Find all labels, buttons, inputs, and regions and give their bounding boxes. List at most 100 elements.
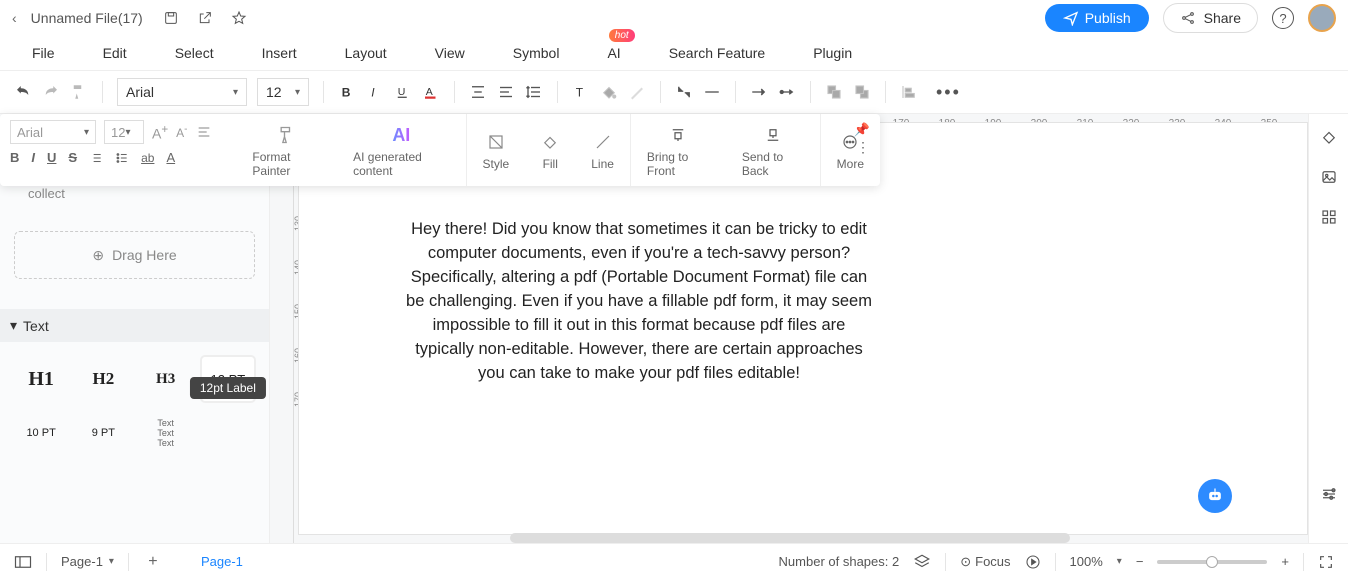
ctx-size-select[interactable]: 12▾ xyxy=(104,120,144,144)
more-tools-icon[interactable]: ••• xyxy=(936,82,961,103)
shape-count: Number of shapes: 2 xyxy=(779,554,900,569)
fullscreen-icon[interactable] xyxy=(1318,554,1334,570)
send-backward-icon[interactable] xyxy=(853,83,871,101)
help-icon[interactable]: ? xyxy=(1272,7,1294,29)
menu-plugin[interactable]: Plugin xyxy=(813,45,852,61)
drag-target[interactable]: ⊕ Drag Here xyxy=(14,231,255,279)
redo-icon[interactable] xyxy=(42,83,60,101)
ctx-strike-icon[interactable]: S xyxy=(68,150,77,165)
document-text[interactable]: Hey there! Did you know that sometimes i… xyxy=(405,217,873,385)
play-icon[interactable] xyxy=(1025,554,1041,570)
zoom-out-icon[interactable]: − xyxy=(1136,554,1144,569)
ctx-send-back[interactable]: Send to Back xyxy=(726,114,820,186)
horizontal-scrollbar[interactable] xyxy=(510,533,1070,543)
menu-file[interactable]: File xyxy=(32,45,55,61)
settings-list-icon[interactable] xyxy=(1320,485,1338,503)
publish-button[interactable]: Publish xyxy=(1045,4,1149,32)
preset-12pt[interactable]: 12 PT 12pt Label xyxy=(201,356,255,402)
zoom-in-icon[interactable]: + xyxy=(1281,554,1289,569)
ctx-underline-icon[interactable]: U xyxy=(47,150,56,165)
back-chevron-icon[interactable]: ‹ xyxy=(12,10,17,26)
add-page-button[interactable]: + xyxy=(143,552,163,572)
line-spacing-icon[interactable] xyxy=(525,83,543,101)
context-overflow-icon[interactable]: ⋮ xyxy=(856,144,870,150)
save-icon[interactable] xyxy=(163,10,179,26)
format-painter-icon[interactable] xyxy=(70,83,88,101)
user-avatar[interactable] xyxy=(1308,4,1336,32)
menu-select[interactable]: Select xyxy=(175,45,214,61)
menu-search-feature[interactable]: Search Feature xyxy=(669,45,766,61)
text-color-icon[interactable]: A xyxy=(422,83,440,101)
increase-font-icon[interactable]: A+ xyxy=(152,123,168,142)
align-horizontal-icon[interactable] xyxy=(497,83,515,101)
ctx-line[interactable]: Line xyxy=(575,114,630,186)
ctx-linespacing-icon[interactable] xyxy=(89,151,103,165)
menu-symbol[interactable]: Symbol xyxy=(513,45,560,61)
zoom-slider[interactable] xyxy=(1157,560,1267,564)
page-tab[interactable]: Page-1 xyxy=(201,554,243,569)
grid-icon[interactable] xyxy=(1320,208,1338,226)
align-vertical-icon[interactable] xyxy=(469,83,487,101)
page-selector[interactable]: Page-1▾ xyxy=(61,554,114,569)
menu-layout[interactable]: Layout xyxy=(345,45,387,61)
font-family-select[interactable]: Arial▾ xyxy=(117,78,247,106)
connector-icon[interactable] xyxy=(675,83,693,101)
pin-icon[interactable]: 📌 xyxy=(854,122,870,138)
underline-icon[interactable]: U xyxy=(394,83,412,101)
preset-10pt[interactable]: 10 PT xyxy=(14,410,68,456)
text-tool-icon[interactable]: T xyxy=(572,83,590,101)
preset-9pt[interactable]: 9 PT xyxy=(76,410,130,456)
ctx-align-icon[interactable] xyxy=(196,124,212,140)
ctx-fill[interactable]: Fill xyxy=(525,114,575,186)
preset-text-lines[interactable]: Text Text Text xyxy=(139,410,193,456)
ctx-case-icon[interactable]: ab xyxy=(141,151,154,165)
page-view-icon[interactable] xyxy=(14,555,32,569)
text-section-header[interactable]: ▾ Text xyxy=(0,309,269,342)
undo-icon[interactable] xyxy=(14,83,32,101)
align-objects-icon[interactable] xyxy=(900,83,918,101)
svg-text:A: A xyxy=(426,86,433,98)
italic-icon[interactable]: I xyxy=(366,83,384,101)
layers-icon[interactable] xyxy=(913,553,931,571)
preset-h1[interactable]: H1 xyxy=(14,356,68,402)
context-toolbar: Arial▾ 12▾ A+ A- B I U S ab A xyxy=(0,114,880,186)
star-icon[interactable] xyxy=(231,10,247,26)
assistant-bubble-icon[interactable] xyxy=(1198,479,1232,513)
ctx-bring-front[interactable]: Bring to Front xyxy=(630,114,726,186)
ctx-bullets-icon[interactable] xyxy=(115,151,129,165)
arrow-style-icon[interactable] xyxy=(750,83,768,101)
preset-h3[interactable]: H3 xyxy=(139,356,193,402)
menu-ai[interactable]: AIhot xyxy=(607,45,620,61)
share-label: Share xyxy=(1204,10,1241,26)
bring-forward-icon[interactable] xyxy=(825,83,843,101)
preset-h2[interactable]: H2 xyxy=(76,356,130,402)
menu-insert[interactable]: Insert xyxy=(262,45,297,61)
arrow-ends-icon[interactable] xyxy=(778,83,796,101)
decrease-font-icon[interactable]: A- xyxy=(176,124,187,140)
ctx-style[interactable]: Style xyxy=(466,114,526,186)
ctx-italic-icon[interactable]: I xyxy=(31,150,35,165)
line-color-icon[interactable] xyxy=(628,83,646,101)
menubar: File Edit Select Insert Layout View Symb… xyxy=(0,36,1348,70)
open-external-icon[interactable] xyxy=(197,10,213,26)
ctx-font-select[interactable]: Arial▾ xyxy=(10,120,96,144)
ctx-more[interactable]: More xyxy=(820,114,880,186)
fill-color-icon[interactable] xyxy=(600,83,618,101)
zoom-level[interactable]: 100% xyxy=(1070,554,1103,569)
main-toolbar: Arial▾ 12▾ B I U A T ••• xyxy=(0,70,1348,114)
ctx-textcolor-icon[interactable]: A xyxy=(166,150,175,165)
menu-view[interactable]: View xyxy=(435,45,465,61)
line-style-icon[interactable] xyxy=(703,83,721,101)
file-name: Unnamed File(17) xyxy=(31,10,143,26)
ctx-ai-content[interactable]: AI AI generated content xyxy=(337,114,465,186)
share-button[interactable]: Share xyxy=(1163,3,1258,33)
ctx-format-painter[interactable]: Format Painter xyxy=(236,114,337,186)
font-size-select[interactable]: 12▾ xyxy=(257,78,309,106)
focus-mode[interactable]: ⊙ Focus xyxy=(960,554,1010,570)
ctx-bold-icon[interactable]: B xyxy=(10,150,19,165)
theme-icon[interactable] xyxy=(1320,128,1338,146)
bold-icon[interactable]: B xyxy=(338,83,356,101)
menu-edit[interactable]: Edit xyxy=(103,45,127,61)
image-icon[interactable] xyxy=(1320,168,1338,186)
collect-label: collect xyxy=(28,186,255,201)
